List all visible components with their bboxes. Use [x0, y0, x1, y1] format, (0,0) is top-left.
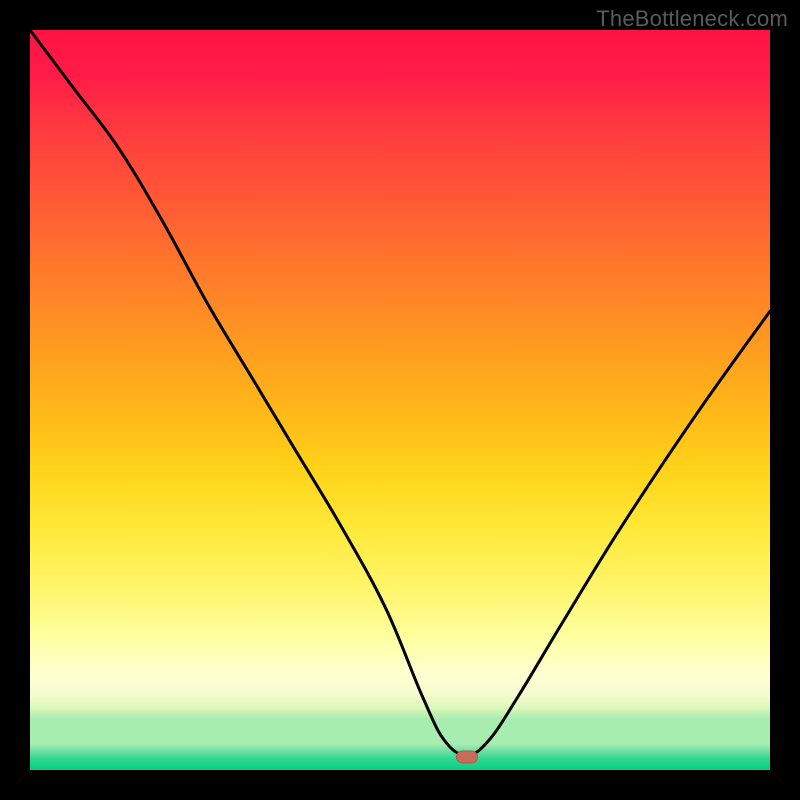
watermark-text: TheBottleneck.com [596, 6, 788, 32]
chart-frame: TheBottleneck.com [0, 0, 800, 800]
bottleneck-curve [30, 30, 770, 770]
plot-area [30, 30, 770, 770]
optimum-marker [456, 751, 478, 764]
